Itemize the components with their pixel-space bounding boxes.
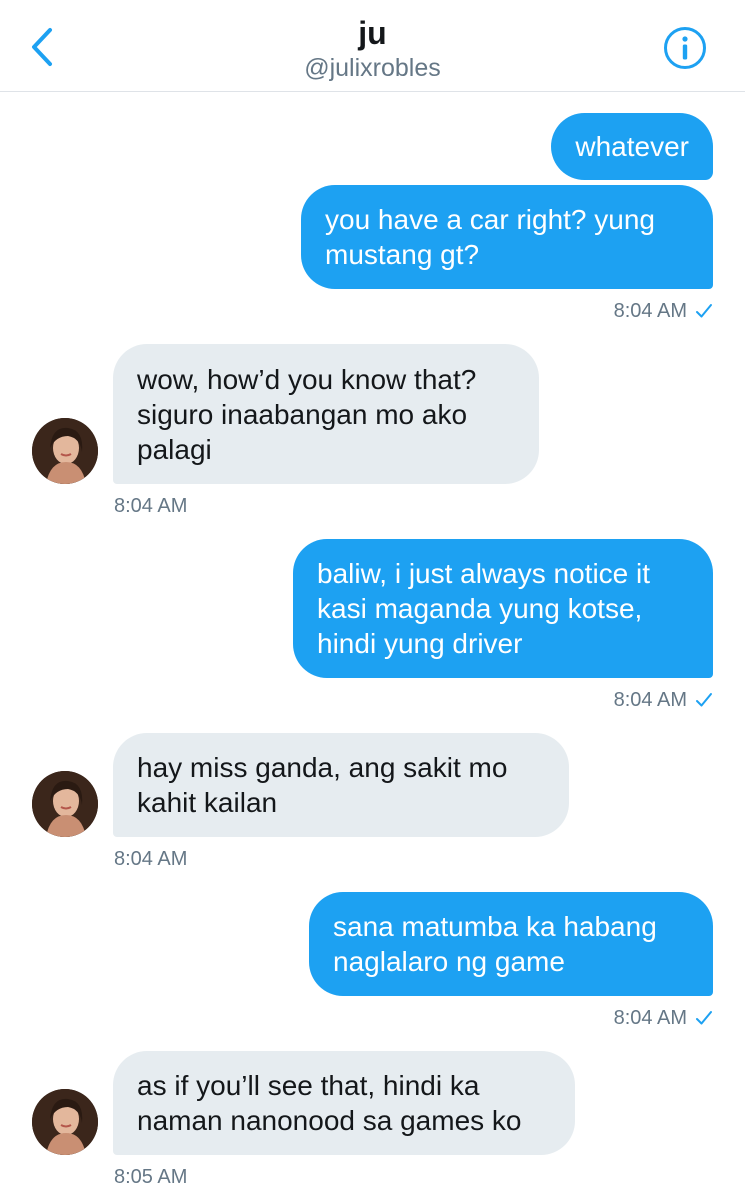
message-bubble-incoming[interactable]: wow, how’d you know that? siguro inaaban…: [113, 344, 539, 484]
message-text: baliw, i just always notice it kasi maga…: [317, 558, 651, 659]
check-icon: [696, 1011, 712, 1025]
message-timestamp: 8:04 AM: [614, 299, 713, 323]
message-timestamp: 8:05 AM: [114, 1165, 187, 1189]
message-text: you have a car right? yung mustang gt?: [325, 204, 655, 270]
check-icon: [696, 693, 712, 707]
timestamp-text: 8:04 AM: [613, 689, 687, 711]
avatar-photo: [32, 771, 98, 837]
message-text: hay miss ganda, ang sakit mo kahit kaila…: [137, 752, 508, 818]
message-bubble-outgoing[interactable]: you have a car right? yung mustang gt?: [301, 185, 713, 289]
info-button[interactable]: [663, 26, 707, 70]
timestamp-text: 8:05 AM: [114, 1166, 188, 1188]
message-bubble-outgoing[interactable]: sana matumba ka habang naglalaro ng game: [309, 892, 713, 996]
message-bubble-incoming[interactable]: as if you’ll see that, hindi ka naman na…: [113, 1051, 575, 1155]
check-icon: [696, 304, 712, 318]
timestamp-text: 8:04 AM: [114, 848, 188, 870]
message-bubble-incoming[interactable]: hay miss ganda, ang sakit mo kahit kaila…: [113, 733, 569, 837]
message-text: as if you’ll see that, hindi ka naman na…: [137, 1070, 522, 1136]
message-text: whatever: [575, 131, 689, 162]
message-bubble-outgoing[interactable]: whatever: [551, 113, 713, 180]
message-bubble-outgoing[interactable]: baliw, i just always notice it kasi maga…: [293, 539, 713, 678]
conversation-handle[interactable]: @julixrobles: [0, 53, 745, 83]
timestamp-text: 8:04 AM: [114, 495, 188, 517]
timestamp-text: 8:04 AM: [613, 300, 687, 322]
timestamp-text: 8:04 AM: [613, 1007, 687, 1029]
avatar[interactable]: [32, 771, 98, 837]
message-timestamp: 8:04 AM: [114, 847, 187, 871]
message-timestamp: 8:04 AM: [614, 1006, 713, 1030]
avatar[interactable]: [32, 418, 98, 484]
conversation-title[interactable]: ju: [0, 14, 745, 52]
message-text: wow, how’d you know that? siguro inaaban…: [137, 363, 477, 465]
message-timestamp: 8:04 AM: [114, 494, 187, 518]
conversation-header: ju @julixrobles: [0, 0, 745, 92]
avatar[interactable]: [32, 1089, 98, 1155]
avatar-photo: [32, 1089, 98, 1155]
dm-conversation-screen: ju @julixrobles whatever you have a car …: [0, 0, 745, 1200]
message-timestamp: 8:04 AM: [614, 688, 713, 712]
avatar-photo: [32, 418, 98, 484]
info-circle-icon: [664, 27, 706, 69]
message-text: sana matumba ka habang naglalaro ng game: [333, 911, 657, 977]
